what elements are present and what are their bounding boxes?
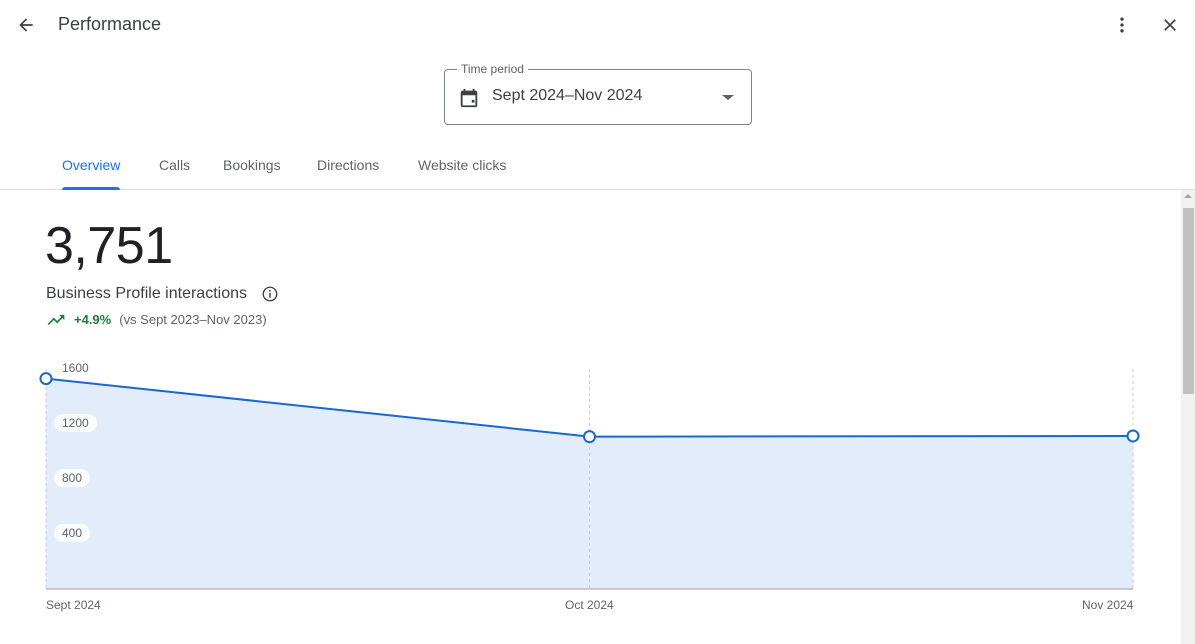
time-period-label: Time period — [457, 62, 528, 76]
scrollbar[interactable] — [1181, 190, 1195, 644]
change-percent: +4.9% — [74, 312, 112, 327]
x-tick-label: Oct 2024 — [565, 598, 614, 612]
tab-website-clicks[interactable]: Website clicks — [418, 145, 506, 189]
comparison-period: (vs Sept 2023–Nov 2023) — [119, 312, 267, 327]
dropdown-arrow-icon — [722, 95, 734, 100]
scrollbar-thumb[interactable] — [1183, 208, 1194, 394]
arrow-back-icon — [19, 18, 33, 32]
time-period-value: Sept 2024–Nov 2024 — [492, 87, 643, 104]
metric-label: Business Profile interactions — [46, 285, 247, 302]
y-tick-label: 800 — [54, 469, 91, 487]
y-tick-label: 1600 — [62, 361, 89, 375]
tab-bar: Overview Calls Bookings Directions Websi… — [0, 145, 1195, 190]
tab-bookings[interactable]: Bookings — [223, 145, 281, 189]
x-tick-label: Nov 2024 — [1082, 598, 1134, 612]
trending-up-icon — [47, 314, 65, 325]
y-tick-label: 400 — [54, 524, 91, 542]
calendar-icon — [460, 88, 478, 108]
data-point[interactable] — [1126, 429, 1140, 443]
trend-row: +4.9% (vs Sept 2023–Nov 2023) — [46, 312, 267, 327]
data-point[interactable] — [583, 430, 596, 444]
info-button[interactable] — [261, 285, 279, 303]
close-icon — [1164, 19, 1176, 31]
total-interactions-value: 3,751 — [45, 217, 173, 275]
scroll-up-arrow-icon[interactable] — [1184, 194, 1192, 198]
chart-svg — [39, 369, 1140, 590]
info-icon — [262, 286, 278, 302]
top-bar: Performance — [0, 0, 1195, 50]
tab-calls[interactable]: Calls — [159, 145, 190, 189]
interactions-chart: 400 800 1200 1600 Sept 2024 Oct 2024 Nov 2024 — [0, 350, 1180, 630]
more-options-button[interactable] — [1108, 11, 1136, 39]
y-tick-label: 1200 — [54, 414, 97, 432]
data-point[interactable] — [39, 372, 53, 386]
time-period-select[interactable]: Time period Sept 2024–Nov 2024 — [444, 62, 752, 125]
tab-overview[interactable]: Overview — [62, 145, 121, 190]
more-vert-icon — [1120, 17, 1124, 33]
close-button[interactable] — [1156, 11, 1184, 39]
back-button[interactable] — [12, 11, 40, 39]
page-title: Performance — [58, 14, 162, 34]
x-tick-label: Sept 2024 — [46, 598, 101, 612]
tab-directions[interactable]: Directions — [317, 145, 379, 189]
